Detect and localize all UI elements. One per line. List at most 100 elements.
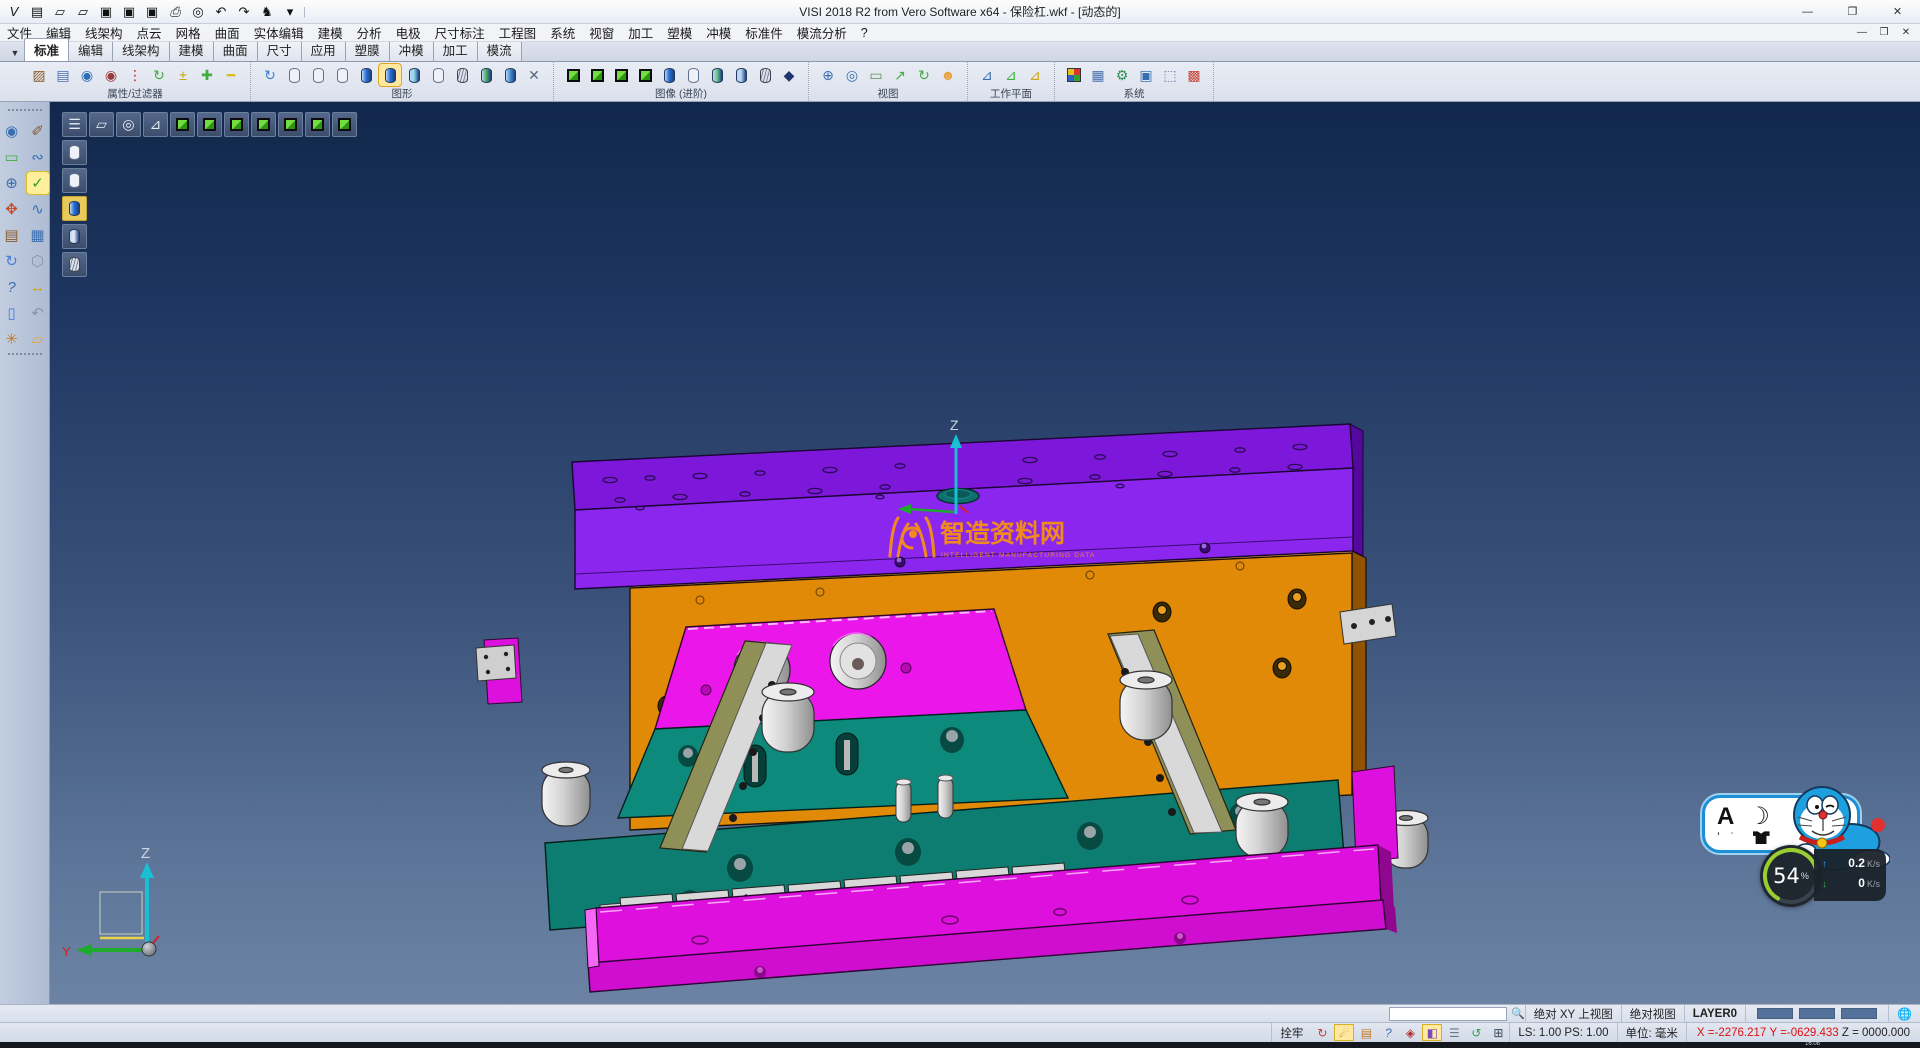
viewport-context-menu-icon[interactable]: ☰	[62, 112, 87, 137]
layer-transparent-icon[interactable]	[403, 64, 425, 86]
display-ghost-icon[interactable]	[62, 224, 87, 249]
modify-attributes-icon[interactable]: ▨	[28, 64, 50, 86]
delete-trash-icon[interactable]: ▯	[1, 302, 23, 324]
active-layer-indicator[interactable]: LAYER0	[1684, 1005, 1745, 1022]
spline-sketch-icon[interactable]: ∾	[27, 146, 49, 168]
side-plate-left[interactable]	[476, 638, 522, 704]
view-top-icon[interactable]	[197, 112, 222, 137]
view-mode-indicator[interactable]: 绝对 XY 上视图	[1525, 1005, 1621, 1022]
attributes-palette-icon[interactable]: ▤	[1, 224, 23, 246]
toolbar-grip[interactable]	[8, 109, 42, 115]
save-icon[interactable]: ▣	[96, 3, 116, 21]
menu-item[interactable]: 工程图	[492, 24, 544, 41]
menu-item[interactable]: 线架构	[78, 24, 130, 41]
undo-restore-icon[interactable]: ↶	[27, 302, 49, 324]
layer-copy-icon[interactable]	[499, 64, 521, 86]
menu-item[interactable]: 加工	[621, 24, 660, 41]
zoom-window-icon[interactable]: ◎	[841, 64, 863, 86]
layer-check-icon[interactable]	[475, 64, 497, 86]
print-preview-icon[interactable]: ◎	[188, 3, 208, 21]
confirm-check-icon[interactable]: ✓	[27, 172, 49, 194]
mdi-minimize-button[interactable]: —	[1854, 27, 1870, 38]
locating-ring[interactable]	[937, 489, 979, 504]
layer-ghost-icon[interactable]	[331, 64, 353, 86]
layer-hidden-line-icon[interactable]	[307, 64, 329, 86]
settings-gear-icon[interactable]: ⚙	[1111, 64, 1133, 86]
mdi-close-button[interactable]: ✕	[1898, 27, 1914, 38]
workplane-entity-icon[interactable]: ⊿	[1000, 64, 1022, 86]
layer-outline-icon[interactable]	[427, 64, 449, 86]
solid-filter-icon[interactable]	[586, 64, 608, 86]
layer-hatch-icon[interactable]	[451, 64, 473, 86]
view-plane-icon[interactable]: ▭	[865, 64, 887, 86]
import-folder-icon[interactable]: ▱	[27, 328, 49, 350]
menu-item[interactable]: 标准件	[738, 24, 790, 41]
query-help-icon[interactable]: ?	[1, 276, 23, 298]
measure-distance-icon[interactable]: ↔	[27, 276, 49, 298]
menu-item[interactable]: 曲面	[208, 24, 247, 41]
regenerate-icon[interactable]: ↻	[1, 250, 23, 272]
new-file-icon[interactable]: ▤	[27, 3, 47, 21]
shade-outline-icon[interactable]	[682, 64, 704, 86]
mold-assembly-model[interactable]: Z 智造资料网 INTELLIGENT MANUFACTURING DATA	[50, 102, 1920, 1004]
menu-item[interactable]: 系统	[543, 24, 582, 41]
units-indicator[interactable]: 单位: 毫米	[1617, 1023, 1686, 1042]
workplane-view-icon[interactable]: ⊿	[1024, 64, 1046, 86]
menu-item[interactable]: 建模	[311, 24, 350, 41]
menu-item[interactable]: 模流分析	[790, 24, 854, 41]
save-sync-icon[interactable]: ▣	[142, 3, 162, 21]
command-search-input[interactable]	[1389, 1007, 1507, 1021]
display-wireframe-icon[interactable]	[62, 140, 87, 165]
save-as-icon[interactable]: ▣	[119, 3, 139, 21]
open-document-icon[interactable]: ▱	[73, 3, 93, 21]
layer-wireframe-icon[interactable]	[283, 64, 305, 86]
shade-check-icon[interactable]	[706, 64, 728, 86]
layer-settings-icon[interactable]: ✕	[523, 64, 545, 86]
view-back-icon[interactable]	[305, 112, 330, 137]
window-layout-icon[interactable]: ▦	[27, 224, 49, 246]
view-rotate-icon[interactable]: ↻	[913, 64, 935, 86]
plane-select-icon[interactable]: ▭	[1, 146, 23, 168]
color-table-icon[interactable]: ▦	[1087, 64, 1109, 86]
view-fit-plane-icon[interactable]: ▱	[89, 112, 114, 137]
menu-item[interactable]: 尺寸标注	[428, 24, 492, 41]
refresh-layers-icon[interactable]: ↻	[259, 64, 281, 86]
curve-modify-icon[interactable]: ∿	[27, 198, 49, 220]
shade-solid-icon[interactable]	[658, 64, 680, 86]
solid-refresh-icon[interactable]	[610, 64, 632, 86]
view-wcs-icon[interactable]: ⊿	[143, 112, 168, 137]
help-knight-icon[interactable]: ♞	[257, 3, 277, 21]
view-bottom-icon[interactable]	[332, 112, 357, 137]
zoom-dynamic-icon[interactable]: ⊕	[1, 172, 23, 194]
system-panel-icon[interactable]: ▣	[1135, 64, 1157, 86]
mdi-restore-button[interactable]: ❐	[1876, 27, 1892, 38]
show-add-icon[interactable]: ◉	[76, 64, 98, 86]
grid-settings-icon[interactable]: ▩	[1183, 64, 1205, 86]
render-mode-icon[interactable]: ☻	[937, 64, 959, 86]
show-toggle-icon[interactable]: ±	[172, 64, 194, 86]
3d-viewport[interactable]: ☰ ▱◎⊿	[50, 102, 1920, 1004]
print-icon[interactable]: ⎙	[165, 3, 185, 21]
solid-show-add-icon[interactable]	[562, 64, 584, 86]
attributes-document-icon[interactable]: ▤	[52, 64, 74, 86]
shade-hatch-icon[interactable]	[754, 64, 776, 86]
refresh-lock-icon[interactable]: ↻	[1312, 1024, 1332, 1041]
layer-shaded-edges-icon[interactable]	[379, 64, 401, 86]
status-swatch[interactable]	[1799, 1008, 1835, 1019]
show-remove-icon[interactable]: ◉	[100, 64, 122, 86]
selection-options-icon[interactable]: ⬚	[1159, 64, 1181, 86]
undo-icon[interactable]: ↶	[211, 3, 231, 21]
magic-select-icon[interactable]: ☄	[1334, 1024, 1354, 1041]
shade-tag-icon[interactable]	[730, 64, 752, 86]
view-right-icon[interactable]	[251, 112, 276, 137]
menu-item[interactable]: 电极	[389, 24, 428, 41]
view-left-icon[interactable]	[278, 112, 303, 137]
selection-filter-icon[interactable]: ◉	[1, 120, 23, 142]
query-icon[interactable]: ?	[1378, 1024, 1398, 1041]
display-hatch-icon[interactable]	[62, 252, 87, 277]
layer-shaded-icon[interactable]	[355, 64, 377, 86]
erase-sketch-icon[interactable]: ✐	[27, 120, 49, 142]
menu-item[interactable]: 点云	[130, 24, 169, 41]
visi-logo-icon[interactable]: V	[4, 3, 24, 21]
view-iso-icon[interactable]	[170, 112, 195, 137]
